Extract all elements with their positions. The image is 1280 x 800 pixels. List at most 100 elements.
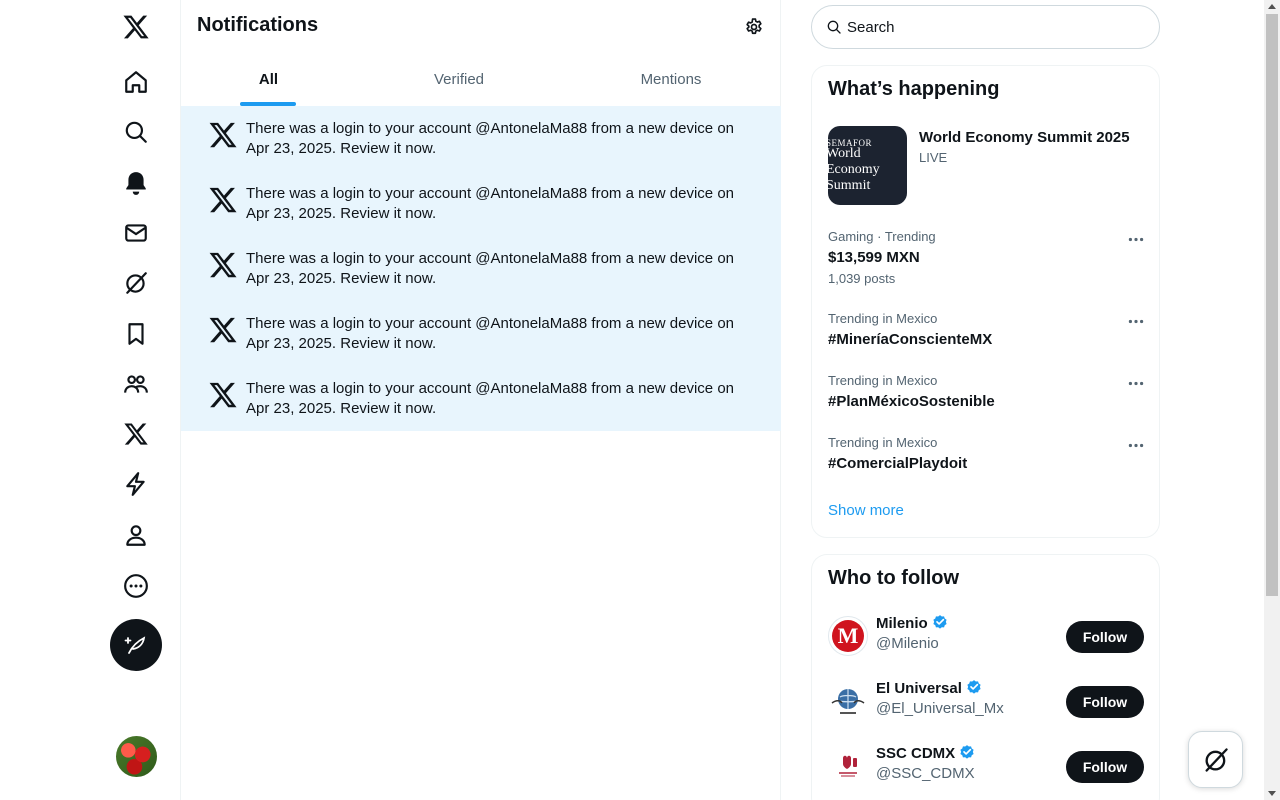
name-text: Milenio	[876, 614, 928, 632]
trend-item[interactable]: Trending in Mexico #MineríaConscienteMX	[828, 311, 1148, 350]
notification-tabs: All Verified Mentions	[181, 53, 781, 106]
x-logo-icon	[209, 252, 237, 278]
trend-name: #PlanMéxicoSostenible	[828, 393, 995, 410]
trend-meta: Gaming · Trending	[828, 229, 936, 244]
trend-name: #MineríaConscienteMX	[828, 331, 993, 348]
milenio-logo: M	[832, 620, 864, 652]
verified-badge-icon	[933, 615, 947, 629]
gear-icon	[746, 18, 762, 35]
trend-meta: Trending in Mexico	[828, 311, 938, 326]
trend-name: $13,599 MXN	[828, 249, 920, 266]
search-box[interactable]	[811, 5, 1160, 49]
account-name: El Universal	[876, 679, 983, 697]
avatar[interactable]	[828, 681, 868, 721]
tab-label: All	[258, 71, 279, 88]
trend-item[interactable]: Gaming · Trending $13,599 MXN 1,039 post…	[828, 229, 1148, 286]
premium-icon[interactable]	[111, 409, 161, 459]
tab-verified[interactable]: Verified	[364, 53, 554, 106]
home-icon[interactable]	[111, 57, 161, 107]
notification-text: There was a login to your account @Anton…	[246, 120, 734, 157]
x-logo-icon[interactable]	[111, 2, 161, 52]
profile-icon[interactable]	[111, 510, 161, 560]
notification-item[interactable]: There was a login to your account @Anton…	[181, 301, 781, 366]
follow-button[interactable]: Follow	[1066, 686, 1144, 718]
explore-icon[interactable]	[111, 107, 161, 157]
x-logo-icon	[209, 382, 237, 408]
more-icon[interactable]	[111, 561, 161, 611]
more-options-button[interactable]	[1126, 375, 1146, 391]
el-universal-logo	[831, 689, 865, 714]
account-name: SSC CDMX	[876, 744, 976, 762]
account-name: Milenio	[876, 614, 949, 632]
notification-text: There was a login to your account @Anton…	[246, 380, 734, 417]
tab-mentions[interactable]: Mentions	[576, 53, 766, 106]
scroll-down-arrow[interactable]	[1268, 791, 1276, 796]
name-text: El Universal	[876, 679, 962, 697]
verified-badge-icon	[960, 745, 974, 759]
scroll-up-arrow[interactable]	[1268, 4, 1276, 9]
communities-icon[interactable]	[111, 359, 161, 409]
notification-text: There was a login to your account @Anton…	[246, 315, 734, 352]
notification-text: There was a login to your account @Anton…	[246, 250, 734, 287]
messages-icon[interactable]	[111, 208, 161, 258]
notification-item[interactable]: There was a login to your account @Anton…	[181, 106, 781, 171]
event-status: LIVE	[919, 150, 948, 165]
account-handle: @SSC_CDMX	[876, 765, 975, 782]
tab-label: Mentions	[640, 71, 702, 88]
trend-name: #ComercialPlaydoit	[828, 455, 968, 472]
page-scrollbar[interactable]	[1264, 0, 1280, 800]
tab-all[interactable]: All	[181, 53, 356, 106]
verified-orgs-icon[interactable]	[111, 459, 161, 509]
x-logo-icon	[209, 317, 237, 343]
x-logo-icon	[209, 187, 237, 213]
thumbnail-text: World Economy Summit	[828, 146, 880, 193]
more-options-button[interactable]	[1126, 313, 1146, 329]
grok-icon	[1205, 747, 1228, 772]
notification-item[interactable]: There was a login to your account @Anton…	[181, 171, 781, 236]
notification-list: There was a login to your account @Anton…	[181, 106, 781, 431]
search-icon	[827, 20, 841, 34]
more-options-button[interactable]	[1126, 231, 1146, 247]
verified-badge-icon	[967, 680, 981, 694]
right-sidebar: What’s happening SEMAFOR World Economy S…	[810, 0, 1160, 800]
bookmarks-icon[interactable]	[111, 309, 161, 359]
scroll-thumb[interactable]	[1266, 14, 1278, 596]
follow-suggestion[interactable]: SSC CDMX @SSC_CDMX Follow	[828, 741, 1146, 791]
follow-suggestion[interactable]: M Milenio @Milenio Follow	[828, 611, 1146, 661]
who-to-follow-card: Who to follow M Milenio @Milenio Follow …	[811, 554, 1160, 800]
tab-label: Verified	[433, 71, 485, 88]
trend-meta: Trending in Mexico	[828, 435, 938, 450]
notifications-icon[interactable]	[111, 158, 161, 208]
grok-floating-button[interactable]	[1188, 731, 1243, 788]
avatar[interactable]: M	[828, 616, 868, 656]
card-title: Who to follow	[828, 567, 960, 589]
settings-button[interactable]	[737, 10, 771, 44]
event-title[interactable]: World Economy Summit 2025	[919, 129, 1130, 146]
trend-item[interactable]: Trending in Mexico #PlanMéxicoSostenible	[828, 373, 1148, 412]
show-more-link[interactable]: Show more	[828, 502, 904, 519]
follow-button[interactable]: Follow	[1066, 751, 1144, 783]
avatar[interactable]	[828, 746, 868, 786]
ellipsis-icon	[1128, 381, 1144, 385]
ssc-cdmx-logo	[839, 755, 857, 777]
x-logo-icon	[209, 122, 237, 148]
whats-happening-card: What’s happening SEMAFOR World Economy S…	[811, 65, 1160, 538]
search-input[interactable]	[847, 18, 1137, 36]
notification-item[interactable]: There was a login to your account @Anton…	[181, 236, 781, 301]
account-handle: @El_Universal_Mx	[876, 700, 1004, 717]
follow-suggestion[interactable]: El Universal @El_Universal_Mx Follow	[828, 676, 1146, 726]
ellipsis-icon	[1128, 237, 1144, 241]
more-options-button[interactable]	[1126, 437, 1146, 453]
account-avatar[interactable]	[116, 736, 157, 777]
follow-button[interactable]: Follow	[1066, 621, 1144, 653]
post-compose-button[interactable]	[110, 619, 162, 671]
trend-item[interactable]: Trending in Mexico #ComercialPlaydoit	[828, 435, 1148, 474]
notification-item[interactable]: There was a login to your account @Anton…	[181, 366, 781, 431]
notification-text: There was a login to your account @Anton…	[246, 185, 734, 222]
event-thumbnail[interactable]: SEMAFOR World Economy Summit	[828, 126, 907, 205]
card-title: What’s happening	[828, 78, 1000, 100]
grok-icon[interactable]	[111, 258, 161, 308]
account-handle: @Milenio	[876, 635, 939, 652]
trend-meta: Trending in Mexico	[828, 373, 938, 388]
ellipsis-icon	[1128, 319, 1144, 323]
